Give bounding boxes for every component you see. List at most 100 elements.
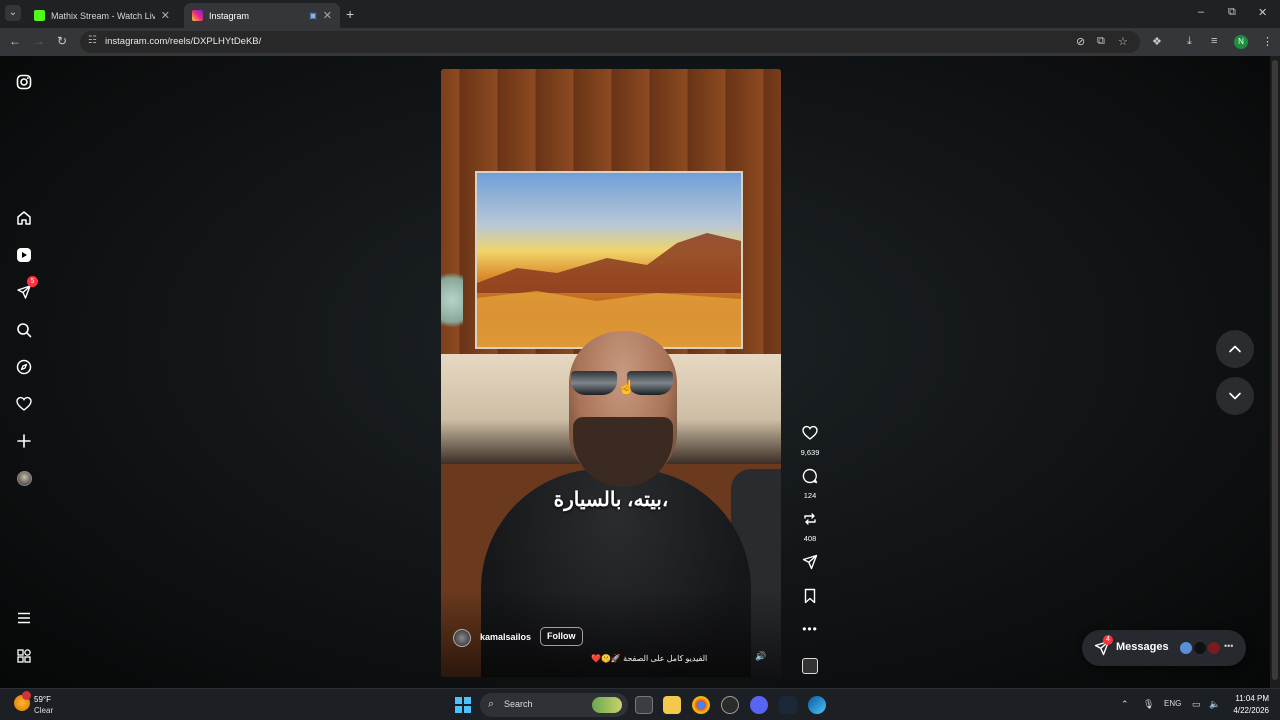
- instagram-page: 5 بيته، بالسيارة، kamalsailos Follow الف…: [0, 56, 1270, 688]
- media-control-icon[interactable]: ≡: [1211, 35, 1217, 47]
- page-scrollbar[interactable]: [1270, 56, 1280, 688]
- more-chats-icon: •••: [1224, 641, 1234, 651]
- language-indicator[interactable]: ENG: [1164, 699, 1181, 708]
- tab-search-button[interactable]: ⌄: [5, 5, 21, 21]
- reel-caption[interactable]: الفيديو كامل على الصفحة 🚀🤫❤️: [591, 654, 707, 663]
- weather-temperature[interactable]: 59°F: [34, 695, 51, 704]
- messages-badge: 4: [1103, 635, 1113, 645]
- taskbar-search[interactable]: ⌕ Search: [480, 693, 628, 717]
- heart-icon[interactable]: [801, 425, 819, 441]
- close-tab-icon[interactable]: ✕: [323, 9, 332, 22]
- instagram-favicon-icon: [192, 10, 203, 21]
- hamburger-menu-icon[interactable]: [14, 608, 34, 628]
- search-icon: ⌕: [488, 698, 495, 710]
- next-reel-button[interactable]: [1216, 377, 1254, 415]
- save-action[interactable]: [796, 588, 824, 609]
- compass-explore-icon[interactable]: [14, 357, 34, 377]
- app-icon[interactable]: [721, 696, 739, 714]
- send-notification-icon[interactable]: 5: [14, 276, 38, 302]
- repost-action[interactable]: 408: [796, 511, 824, 543]
- tab-title: Instagram: [209, 10, 250, 21]
- chat-avatar: [1179, 641, 1193, 655]
- microphone-icon[interactable]: 🎙: [1143, 699, 1154, 710]
- profile-avatar[interactable]: N: [1234, 35, 1248, 49]
- instagram-logo-icon[interactable]: [14, 72, 34, 92]
- bookmark-star-icon[interactable]: ☆: [1118, 35, 1128, 48]
- close-tab-icon[interactable]: ✕: [161, 9, 170, 22]
- search-icon[interactable]: [14, 320, 34, 340]
- chrome-icon[interactable]: [692, 696, 710, 714]
- speaker-icon[interactable]: 🔊: [755, 651, 766, 662]
- hand-cursor-icon: ☝: [618, 379, 636, 395]
- home-icon[interactable]: [14, 208, 34, 228]
- tab-mathix-stream[interactable]: Mathix Stream - Watch Live on ✕: [26, 3, 178, 28]
- meta-apps-icon[interactable]: [14, 646, 34, 666]
- plus-create-icon[interactable]: [14, 431, 34, 451]
- edge-icon[interactable]: [808, 696, 826, 714]
- restore-button[interactable]: ⧉: [1228, 6, 1236, 19]
- file-explorer-icon[interactable]: [663, 696, 681, 714]
- eye-off-icon[interactable]: ⊘: [1076, 35, 1085, 48]
- minimize-button[interactable]: –: [1198, 6, 1204, 18]
- clock-date[interactable]: 4/22/2026: [1227, 706, 1269, 715]
- video-subtitle: بيته، بالسيارة،: [553, 489, 669, 511]
- network-icon[interactable]: ▭: [1192, 699, 1201, 710]
- extensions-icon[interactable]: ❖: [1152, 35, 1162, 48]
- repost-count: 408: [803, 534, 817, 543]
- messages-label: Messages: [1116, 641, 1169, 653]
- reels-icon[interactable]: [14, 245, 34, 265]
- steam-icon[interactable]: [779, 696, 797, 714]
- windows-start-icon[interactable]: [455, 697, 471, 713]
- kebab-menu-icon[interactable]: ⋮: [1262, 35, 1273, 48]
- comment-action[interactable]: 124: [796, 468, 824, 500]
- repost-icon[interactable]: [801, 511, 819, 527]
- author-avatar[interactable]: [453, 629, 471, 647]
- more-options-icon[interactable]: •••: [796, 622, 824, 636]
- follow-button[interactable]: Follow: [540, 627, 583, 646]
- task-view-icon[interactable]: [635, 696, 653, 714]
- chat-avatar: [1207, 641, 1221, 655]
- send-icon[interactable]: [801, 554, 819, 570]
- address-bar[interactable]: ☷ instagram.com/reels/DXPLHYtDeKB/: [80, 31, 1140, 53]
- show-hidden-icons-chevron-icon[interactable]: ⌃: [1121, 699, 1129, 710]
- audio-thumbnail[interactable]: [802, 658, 818, 674]
- chevron-down-icon: [1229, 392, 1241, 400]
- video-plant: [441, 265, 463, 335]
- browser-window: ⌄ Mathix Stream - Watch Live on ✕ Instag…: [0, 0, 1280, 688]
- chevron-up-icon: [1229, 345, 1241, 353]
- author-username[interactable]: kamalsailos: [480, 632, 531, 642]
- reload-icon[interactable]: ↻: [57, 34, 67, 48]
- clock-time[interactable]: 11:04 PM: [1227, 694, 1269, 703]
- reel-video[interactable]: بيته، بالسيارة، kamalsailos Follow الفيد…: [441, 69, 781, 677]
- comment-bubble-icon[interactable]: [801, 468, 819, 484]
- tab-instagram[interactable]: Instagram ▣ ✕: [184, 3, 340, 28]
- volume-icon[interactable]: 🔈: [1209, 699, 1220, 710]
- messages-button[interactable]: 4 Messages •••: [1082, 630, 1246, 666]
- back-arrow-icon[interactable]: ←: [9, 34, 21, 48]
- new-tab-button[interactable]: +: [346, 6, 354, 22]
- search-highlight-image: [592, 697, 622, 713]
- install-app-icon[interactable]: ⧉: [1097, 35, 1105, 48]
- discord-icon[interactable]: [750, 696, 768, 714]
- profile-avatar-icon[interactable]: [14, 468, 34, 488]
- video-painting: [475, 171, 743, 349]
- downloads-icon[interactable]: ⤓: [1187, 35, 1192, 48]
- bookmark-icon[interactable]: [801, 588, 819, 604]
- like-action[interactable]: 9,639: [796, 425, 824, 457]
- windows-taskbar: 59°F Clear ⌕ Search ⌃ 🎙 ENG ▭ 🔈 11:04 PM…: [0, 688, 1280, 720]
- tab-strip: ⌄ Mathix Stream - Watch Live on ✕ Instag…: [0, 0, 1280, 28]
- browser-toolbar: ← → ↻ ☷ instagram.com/reels/DXPLHYtDeKB/…: [0, 28, 1280, 56]
- scrollbar-thumb[interactable]: [1272, 60, 1278, 680]
- close-window-button[interactable]: ✕: [1258, 6, 1267, 19]
- comment-count: 124: [803, 491, 817, 500]
- weather-condition[interactable]: Clear: [34, 706, 53, 715]
- share-action[interactable]: [796, 554, 824, 575]
- tab-media-icon[interactable]: ▣: [309, 11, 317, 20]
- chat-avatar: [1193, 641, 1207, 655]
- forward-arrow-icon[interactable]: →: [33, 34, 45, 48]
- heart-icon[interactable]: [14, 394, 34, 414]
- previous-reel-button[interactable]: [1216, 330, 1254, 368]
- site-info-icon[interactable]: ☷: [88, 35, 97, 46]
- url-text[interactable]: instagram.com/reels/DXPLHYtDeKB/: [105, 36, 261, 47]
- weather-alert-badge: [22, 691, 31, 700]
